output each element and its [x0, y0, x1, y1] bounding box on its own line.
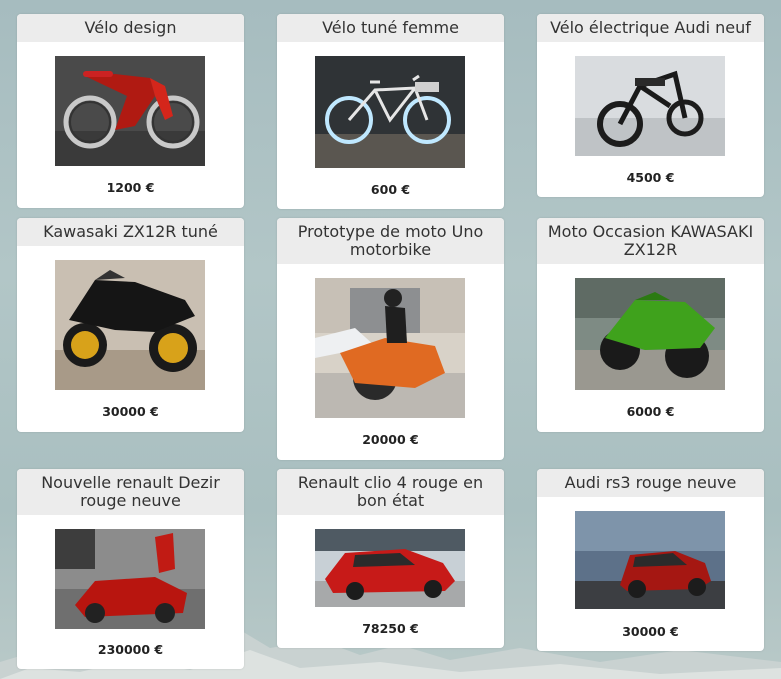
listing-image[interactable]: [55, 260, 205, 390]
listing-price: 30000 €: [102, 404, 159, 419]
listing-title[interactable]: Vélo design: [17, 14, 244, 42]
listing-image[interactable]: [315, 56, 465, 168]
listing-image[interactable]: [575, 278, 725, 390]
listing-card-kawasaki-tune[interactable]: Kawasaki ZX12R tuné 30000 €: [17, 218, 244, 432]
listing-price: 20000 €: [362, 432, 419, 447]
listing-price: 600 €: [370, 182, 411, 197]
listing-price: 6000 €: [626, 404, 675, 419]
listing-price: 30000 €: [622, 624, 679, 639]
listing-card-prototype-uno[interactable]: Prototype de moto Uno motorbike 20000 €: [277, 218, 504, 460]
listing-price: 1200 €: [106, 180, 155, 195]
listing-image[interactable]: [575, 56, 725, 156]
listing-title[interactable]: Vélo électrique Audi neuf: [537, 14, 764, 42]
listing-title[interactable]: Vélo tuné femme: [277, 14, 504, 42]
listing-price: 230000 €: [97, 642, 164, 657]
listing-title[interactable]: Nouvelle renault Dezir rouge neuve: [17, 469, 244, 515]
listing-card-velo-electrique-audi[interactable]: Vélo électrique Audi neuf 4500 €: [537, 14, 764, 197]
listing-card-velo-tune-femme[interactable]: Vélo tuné femme 600 €: [277, 14, 504, 209]
listing-image[interactable]: [315, 529, 465, 607]
listing-image[interactable]: [315, 278, 465, 418]
listing-card-velo-design[interactable]: Vélo design 1200 €: [17, 14, 244, 208]
listing-title[interactable]: Moto Occasion KAWASAKI ZX12R: [537, 218, 764, 264]
listing-card-audi-rs3[interactable]: Audi rs3 rouge neuve 30000 €: [537, 469, 764, 651]
listing-card-kawasaki-occasion[interactable]: Moto Occasion KAWASAKI ZX12R 6000 €: [537, 218, 764, 432]
listing-title[interactable]: Renault clio 4 rouge en bon état: [277, 469, 504, 515]
listing-price: 4500 €: [626, 170, 675, 185]
listing-image[interactable]: [55, 529, 205, 629]
listing-card-renault-dezir[interactable]: Nouvelle renault Dezir rouge neuve 23000…: [17, 469, 244, 669]
listing-price: 78250 €: [362, 621, 419, 636]
listing-title[interactable]: Audi rs3 rouge neuve: [537, 469, 764, 497]
listing-title[interactable]: Kawasaki ZX12R tuné: [17, 218, 244, 246]
listing-image[interactable]: [55, 56, 205, 166]
listing-card-renault-clio[interactable]: Renault clio 4 rouge en bon état 78250 €: [277, 469, 504, 648]
listing-title[interactable]: Prototype de moto Uno motorbike: [277, 218, 504, 264]
listing-image[interactable]: [575, 511, 725, 609]
